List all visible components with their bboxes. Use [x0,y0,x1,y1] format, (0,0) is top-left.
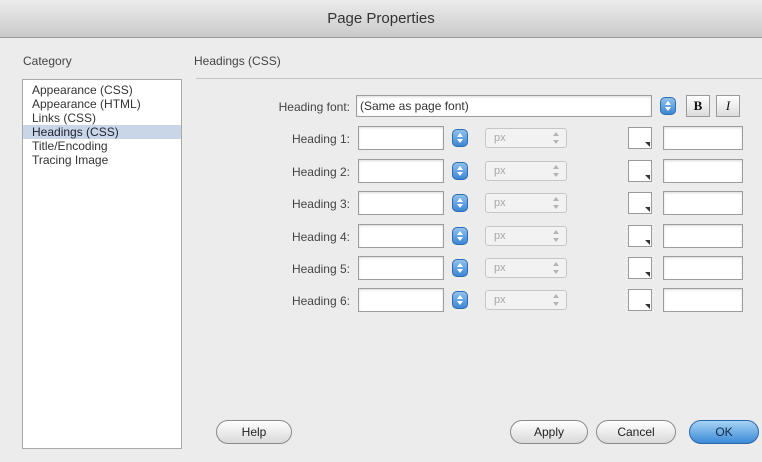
category-item-appearance-css[interactable]: Appearance (CSS) [23,83,181,97]
heading-2-unit-select[interactable]: px [485,161,567,181]
heading-2-color-swatch[interactable] [628,160,652,182]
heading-6-color-input[interactable] [663,288,743,312]
heading-2-size-input[interactable] [358,159,444,183]
heading-1-color-input[interactable] [663,126,743,150]
apply-button[interactable]: Apply [510,420,588,444]
section-title: Headings (CSS) [194,54,281,68]
heading-4-size-stepper[interactable] [452,227,468,245]
heading-3-label: Heading 3: [291,197,350,211]
heading-4-size-input[interactable] [358,224,444,248]
heading-4-color-input[interactable] [663,224,743,248]
cancel-button[interactable]: Cancel [596,420,676,444]
heading-3-color-swatch[interactable] [628,192,652,214]
heading-1-unit-value: px [494,132,506,144]
heading-5-unit-value: px [494,262,506,274]
heading-font-stepper[interactable] [660,97,676,115]
heading-6-size-input[interactable] [358,288,444,312]
section-divider [196,78,762,79]
heading-4-label: Heading 4: [291,230,350,244]
heading-5-label: Heading 5: [291,262,350,276]
heading-1-label: Heading 1: [291,132,350,146]
category-list[interactable]: Appearance (CSS) Appearance (HTML) Links… [22,79,182,449]
heading-3-unit-value: px [494,197,506,209]
heading-6-unit-value: px [494,294,506,306]
heading-5-size-stepper[interactable] [452,259,468,277]
dialog-title: Page Properties [0,0,762,38]
heading-4-unit-select[interactable]: px [485,226,567,246]
heading-5-color-swatch[interactable] [628,257,652,279]
heading-1-unit-select[interactable]: px [485,128,567,148]
heading-5-unit-select[interactable]: px [485,258,567,278]
heading-1-size-stepper[interactable] [452,129,468,147]
heading-2-unit-value: px [494,165,506,177]
heading-5-color-input[interactable] [663,256,743,280]
heading-font-label: Heading font: [278,100,350,114]
category-item-headings-css[interactable]: Headings (CSS) [23,125,181,139]
dialog-body: Category Appearance (CSS) Appearance (HT… [0,38,762,462]
heading-4-color-swatch[interactable] [628,225,652,247]
heading-2-size-stepper[interactable] [452,162,468,180]
help-button[interactable]: Help [216,420,292,444]
heading-5-size-input[interactable] [358,256,444,280]
heading-3-unit-select[interactable]: px [485,193,567,213]
category-item-links-css[interactable]: Links (CSS) [23,111,181,125]
heading-1-size-input[interactable] [358,126,444,150]
category-item-tracing-image[interactable]: Tracing Image [23,153,181,167]
italic-button[interactable]: I [716,95,740,117]
heading-font-select[interactable]: (Same as page font) [356,95,652,117]
heading-2-color-input[interactable] [663,159,743,183]
bold-button[interactable]: B [686,95,710,117]
heading-4-unit-value: px [494,230,506,242]
heading-6-color-swatch[interactable] [628,289,652,311]
heading-6-unit-select[interactable]: px [485,290,567,310]
heading-6-size-stepper[interactable] [452,291,468,309]
category-item-appearance-html[interactable]: Appearance (HTML) [23,97,181,111]
heading-6-label: Heading 6: [291,294,350,308]
ok-button[interactable]: OK [689,420,759,444]
heading-3-size-input[interactable] [358,191,444,215]
heading-3-size-stepper[interactable] [452,194,468,212]
category-item-title-encoding[interactable]: Title/Encoding [23,139,181,153]
heading-2-label: Heading 2: [291,165,350,179]
heading-1-color-swatch[interactable] [628,127,652,149]
category-label: Category [23,54,72,68]
heading-3-color-input[interactable] [663,191,743,215]
